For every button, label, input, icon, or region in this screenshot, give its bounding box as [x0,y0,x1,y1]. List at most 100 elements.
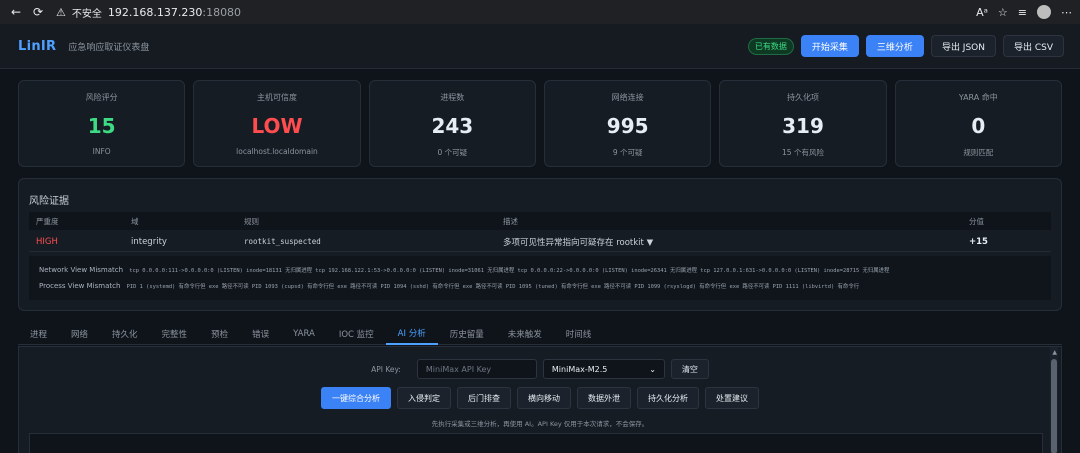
ai-hint-text: 先执行采集或三维分析，再使用 AI。API Key 仅用于本次请求，不会保存。 [431,420,649,428]
ai-analysis-panel: API Key: MiniMax API Key MiniMax-M2.5 ⌄ … [18,346,1062,453]
risk-evidence-title: 风险证据 [29,196,69,207]
col-description: 描述 [503,216,518,226]
process-count-card: 进程数 243 0 个可疑 [368,80,536,167]
table-header: 严重度 域 规则 描述 分值 [29,212,1051,230]
card-value: LOW [251,114,303,138]
persistence-card: 持久化项 319 15 个有风险 [719,80,887,167]
tab-process[interactable]: 进程 [18,323,59,345]
description-cell[interactable]: 多项可见性异常指向可疑存在 rootkit ▼ [503,236,969,248]
detail-key: Network View Mismatch [39,266,124,274]
card-label: 风险评分 [85,93,118,102]
tab-network[interactable]: 网络 [59,323,100,345]
tab-timeline[interactable]: 时间线 [554,323,604,345]
intrusion-judgment-button[interactable]: 入侵判定 [397,387,451,409]
url-host: 192.168.137.230 [107,5,203,19]
profile-avatar[interactable] [1037,5,1051,19]
back-arrow-icon[interactable]: ← [8,4,24,20]
comprehensive-analysis-button[interactable]: 一键综合分析 [321,387,391,409]
3d-analysis-button[interactable]: 三维分析 [865,35,924,57]
model-select-value: MiniMax-M2.5 [551,364,608,374]
api-key-row: API Key: MiniMax API Key MiniMax-M2.5 ⌄ … [19,359,1061,379]
card-sub: 9 个可疑 [612,148,643,157]
tab-precheck[interactable]: 预检 [199,323,240,345]
tab-yara[interactable]: YARA [281,323,327,345]
warning-icon[interactable]: ⚠ [56,6,66,19]
insecure-label: 不安全 [71,8,102,20]
export-csv-button[interactable]: 导出 CSV [1002,35,1064,57]
card-value: 243 [431,114,474,138]
domain-cell: integrity [131,236,167,247]
ai-output-area[interactable] [29,433,1043,453]
tab-ioc-monitor[interactable]: IOC 监控 [327,323,386,345]
clear-button[interactable]: 清空 [670,359,709,379]
card-sub: INFO [92,147,111,156]
col-rule: 规则 [244,216,259,226]
tab-history[interactable]: 历史留量 [438,323,496,345]
evidence-detail: Network View Mismatch tcp 0.0.0.0:111->0… [29,256,1051,300]
app-header: LinIR 应急响应取证仪表盘 已有数据 开始采集 三维分析 导出 JSON 导… [0,24,1080,69]
tab-future-trigger[interactable]: 未来触发 [496,323,554,345]
card-sub: localhost.localdomain [236,147,318,156]
data-status-badge: 已有数据 [747,37,794,55]
detail-line: Network View Mismatch tcp 0.0.0.0:111->0… [39,263,1041,279]
tab-errors[interactable]: 错误 [240,323,281,345]
host-trust-card: 主机可信度 LOW localhost.localdomain [193,80,361,167]
card-sub: 15 个有风险 [782,148,824,157]
analysis-actions: 一键综合分析 入侵判定 后门排查 横向移动 数据外泄 持久化分析 处置建议 [19,387,1061,409]
url-port: :18080 [202,5,242,19]
favorite-star-icon[interactable]: ☆ [998,6,1008,19]
card-label: 持久化项 [786,93,819,102]
address-bar[interactable]: ⚠ 不安全 192.168.137.230:18080 [56,5,241,20]
more-menu-icon[interactable]: ⋯ [1061,6,1072,19]
col-severity: 严重度 [36,216,59,226]
stats-cards: 风险评分 15 INFO 主机可信度 LOW localhost.localdo… [18,80,1062,167]
yara-hits-card: YARA 命中 0 规则匹配 [894,80,1062,167]
card-value: 319 [782,114,824,138]
persistence-analysis-button[interactable]: 持久化分析 [637,387,699,409]
card-label: 网络连接 [611,93,644,102]
tab-integrity[interactable]: 完整性 [150,323,200,345]
data-exfiltration-button[interactable]: 数据外泄 [577,387,631,409]
tab-persistence[interactable]: 持久化 [100,323,150,345]
detail-text: PID 1 (systemd) 有命令行但 exe 路径不可读 PID 1093… [126,284,860,290]
scroll-up-arrow-icon[interactable]: ▲ [1052,349,1057,356]
risk-score-card: 风险评分 15 INFO [18,80,186,167]
read-aloud-icon[interactable]: Aᵃ [976,6,988,19]
card-label: YARA 命中 [958,93,998,102]
lateral-movement-button[interactable]: 横向移动 [517,387,571,409]
score-cell: +15 [969,236,988,247]
model-select[interactable]: MiniMax-M2.5 ⌄ [542,359,665,379]
start-collection-button[interactable]: 开始采集 [800,35,859,57]
card-value: 0 [971,114,986,138]
card-sub: 规则匹配 [963,148,994,157]
tab-ai-analysis[interactable]: AI 分析 [385,323,438,345]
network-connection-card: 网络连接 995 9 个可疑 [543,80,712,167]
app-subtitle: 应急响应取证仪表盘 [68,42,150,53]
col-score: 分值 [969,216,984,226]
card-label: 进程数 [440,93,465,102]
browser-toolbar: ← ⟳ ⚠ 不安全 192.168.137.230:18080 Aᵃ ☆ ≡ ⋯ [0,0,1080,24]
risk-evidence-panel: 风险证据 严重度 域 规则 描述 分值 HIGH integrity rootk… [18,178,1062,311]
brand-logo: LinIR [18,38,57,54]
remediation-advice-button[interactable]: 处置建议 [705,387,759,409]
api-key-input[interactable]: MiniMax API Key [416,359,537,379]
detail-line: Process View Mismatch PID 1 (systemd) 有命… [39,279,1041,295]
tab-bar: 进程 网络 持久化 完整性 预检 错误 YARA IOC 监控 AI 分析 历史… [18,323,1062,345]
backdoor-check-button[interactable]: 后门排查 [457,387,511,409]
api-key-label: API Key: [371,364,401,374]
chevron-down-icon: ⌄ [649,364,656,374]
reload-icon[interactable]: ⟳ [30,4,46,20]
card-label: 主机可信度 [256,93,297,102]
table-row[interactable]: HIGH integrity rootkit_suspected 多项可见性异常… [29,232,1051,252]
card-sub: 0 个可疑 [437,148,468,157]
scrollbar-thumb[interactable] [1051,359,1057,453]
export-json-button[interactable]: 导出 JSON [930,35,996,57]
severity-cell: HIGH [36,236,58,247]
col-domain: 域 [131,216,139,226]
detail-key: Process View Mismatch [39,282,121,290]
favorites-list-icon[interactable]: ≡ [1018,6,1027,19]
card-value: 995 [606,114,649,138]
rule-cell: rootkit_suspected [244,237,321,246]
card-value: 15 [87,114,116,138]
detail-text: tcp 0.0.0.0:111->0.0.0.0:0 (LISTEN) inod… [129,268,890,274]
